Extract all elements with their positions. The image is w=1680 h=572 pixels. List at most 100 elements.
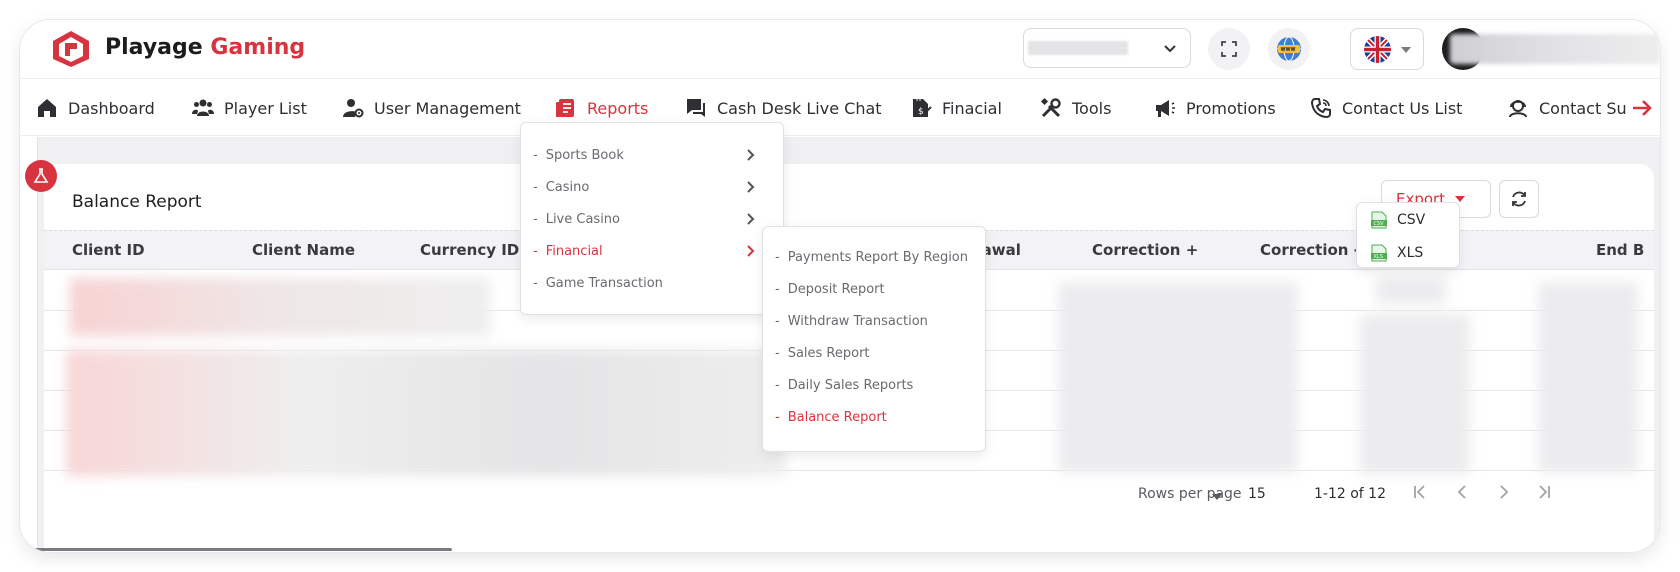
phone-icon — [1310, 98, 1331, 119]
menu-item-label: Casino — [545, 179, 590, 195]
column-header[interactable]: Client ID — [72, 241, 145, 259]
column-header[interactable]: Client Name — [252, 241, 355, 259]
flask-badge[interactable] — [25, 160, 57, 192]
csv-file-icon: CSV — [1371, 211, 1387, 228]
megaphone-icon — [1156, 100, 1175, 117]
export-option-label: CSV — [1397, 211, 1426, 228]
fullscreen-icon — [1221, 41, 1237, 57]
nav-item-player-list[interactable]: Player List — [192, 80, 307, 136]
playage-logo-icon — [53, 31, 89, 67]
top-header: Playage Gaming — [20, 20, 1660, 79]
menu-item-label: Game Transaction — [545, 275, 663, 291]
caret-down-icon — [1401, 47, 1411, 53]
nav-label: Promotions — [1186, 98, 1276, 118]
home-icon — [38, 99, 56, 117]
nav-item-contact-us-list[interactable]: Contact Us List — [1310, 80, 1462, 136]
redacted-table-data — [1538, 282, 1638, 472]
user-menu[interactable] — [1422, 28, 1660, 70]
caret-down-icon — [1212, 494, 1222, 500]
last-page-icon[interactable] — [1534, 482, 1554, 502]
redacted-table-data — [70, 278, 490, 336]
menu-item-financial[interactable]: - Financial — [521, 235, 783, 267]
column-header[interactable]: End B — [1596, 241, 1644, 259]
svg-text:CSV: CSV — [1374, 221, 1385, 227]
nav-label: Tools — [1072, 98, 1112, 118]
refresh-icon — [1512, 191, 1526, 207]
nav-item-tools[interactable]: Tools — [1040, 80, 1111, 136]
refresh-button[interactable] — [1499, 180, 1539, 218]
menu-item-label: Sales Report — [787, 345, 870, 361]
redacted-table-data — [1058, 282, 1298, 472]
site-select-value-redacted — [1028, 41, 1128, 55]
menu-item-daily-sales-reports[interactable]: - Daily Sales Reports — [763, 369, 985, 401]
nav-scroll-right-arrow-icon[interactable] — [1630, 96, 1654, 120]
column-header[interactable]: Correction + — [1092, 241, 1198, 259]
nav-label: User Management — [374, 98, 521, 118]
language-select[interactable] — [1350, 28, 1424, 70]
nav-label: Player List — [224, 98, 307, 118]
column-header[interactable]: Correction - — [1260, 241, 1360, 259]
next-page-icon[interactable] — [1494, 482, 1514, 502]
redacted-table-data — [1360, 314, 1470, 474]
export-option-csv[interactable]: CSV CSV — [1357, 203, 1459, 236]
menu-item-label: Payments Report By Region — [787, 249, 968, 265]
redacted-table-data — [66, 350, 786, 476]
menu-item-game-transaction[interactable]: - Game Transaction — [521, 267, 783, 299]
tools-icon — [1040, 97, 1061, 118]
column-header[interactable]: Currency ID — [420, 241, 519, 259]
menu-item-balance-report[interactable]: - Balance Report — [763, 401, 985, 433]
menu-item-sports-book[interactable]: - Sports Book — [521, 139, 783, 171]
previous-page-icon[interactable] — [1452, 482, 1472, 502]
menu-item-label: Deposit Report — [787, 281, 885, 297]
chevron-right-icon — [747, 149, 755, 161]
website-button[interactable] — [1268, 28, 1310, 70]
menu-item-sales-report[interactable]: - Sales Report — [763, 337, 985, 369]
svg-text:$: $ — [918, 107, 924, 117]
chevron-down-icon — [1164, 45, 1176, 53]
menu-item-deposit-report[interactable]: - Deposit Report — [763, 273, 985, 305]
brand-name[interactable]: Playage Gaming — [105, 35, 305, 60]
users-icon — [192, 99, 214, 116]
pagination-range: 1-12 of 12 — [1314, 486, 1386, 502]
nav-item-finacial[interactable]: $ Finacial — [910, 80, 1002, 136]
nav-item-dashboard[interactable]: Dashboard — [36, 80, 155, 136]
nav-label: Finacial — [942, 98, 1002, 118]
menu-item-withdraw-transaction[interactable]: - Withdraw Transaction — [763, 305, 985, 337]
file-dollar-icon: $ — [913, 99, 932, 117]
export-option-label: XLS — [1397, 244, 1424, 261]
menu-item-label: Sports Book — [545, 147, 624, 163]
globe-www-icon — [1277, 36, 1301, 62]
redacted-table-data — [1376, 276, 1446, 304]
chevron-right-icon — [747, 213, 755, 225]
menu-item-payments-report-by-region[interactable]: - Payments Report By Region — [763, 241, 985, 273]
nav-label: Reports — [587, 98, 649, 118]
flask-icon — [33, 168, 49, 183]
nav-label: Contact Su — [1539, 98, 1627, 118]
menu-item-label: Financial — [545, 243, 603, 259]
brand-word-accent: Gaming — [210, 35, 306, 60]
xls-file-icon: XLS — [1371, 244, 1387, 261]
chevron-right-icon — [747, 245, 755, 257]
site-select[interactable] — [1023, 28, 1191, 68]
support-icon — [1509, 100, 1527, 118]
rows-per-page-label: Rows per page — [1138, 486, 1242, 502]
brand-word-primary: Playage — [105, 35, 203, 60]
menu-item-label: Daily Sales Reports — [787, 377, 914, 393]
caret-down-icon — [1455, 196, 1466, 202]
uk-flag-icon — [1364, 36, 1391, 63]
user-gear-icon — [343, 99, 364, 118]
nav-item-contact-support[interactable]: Contact Su — [1507, 80, 1627, 136]
nav-item-user-management[interactable]: User Management — [342, 80, 521, 136]
chat-icon — [687, 99, 705, 117]
nav-item-promotions[interactable]: Promotions — [1154, 80, 1276, 136]
app-window: Playage Gaming Dashboard Player List Use… — [20, 20, 1660, 552]
horizontal-scrollbar[interactable] — [32, 548, 452, 551]
menu-item-casino[interactable]: - Casino — [521, 171, 783, 203]
first-page-icon[interactable] — [1410, 482, 1430, 502]
export-option-xls[interactable]: XLS XLS — [1357, 236, 1459, 269]
fullscreen-button[interactable] — [1208, 28, 1250, 70]
export-dropdown-menu: CSV CSV XLS XLS — [1356, 202, 1460, 268]
menu-item-label: Live Casino — [545, 211, 621, 227]
rows-per-page-select[interactable]: 15 — [1248, 486, 1266, 502]
menu-item-live-casino[interactable]: - Live Casino — [521, 203, 783, 235]
